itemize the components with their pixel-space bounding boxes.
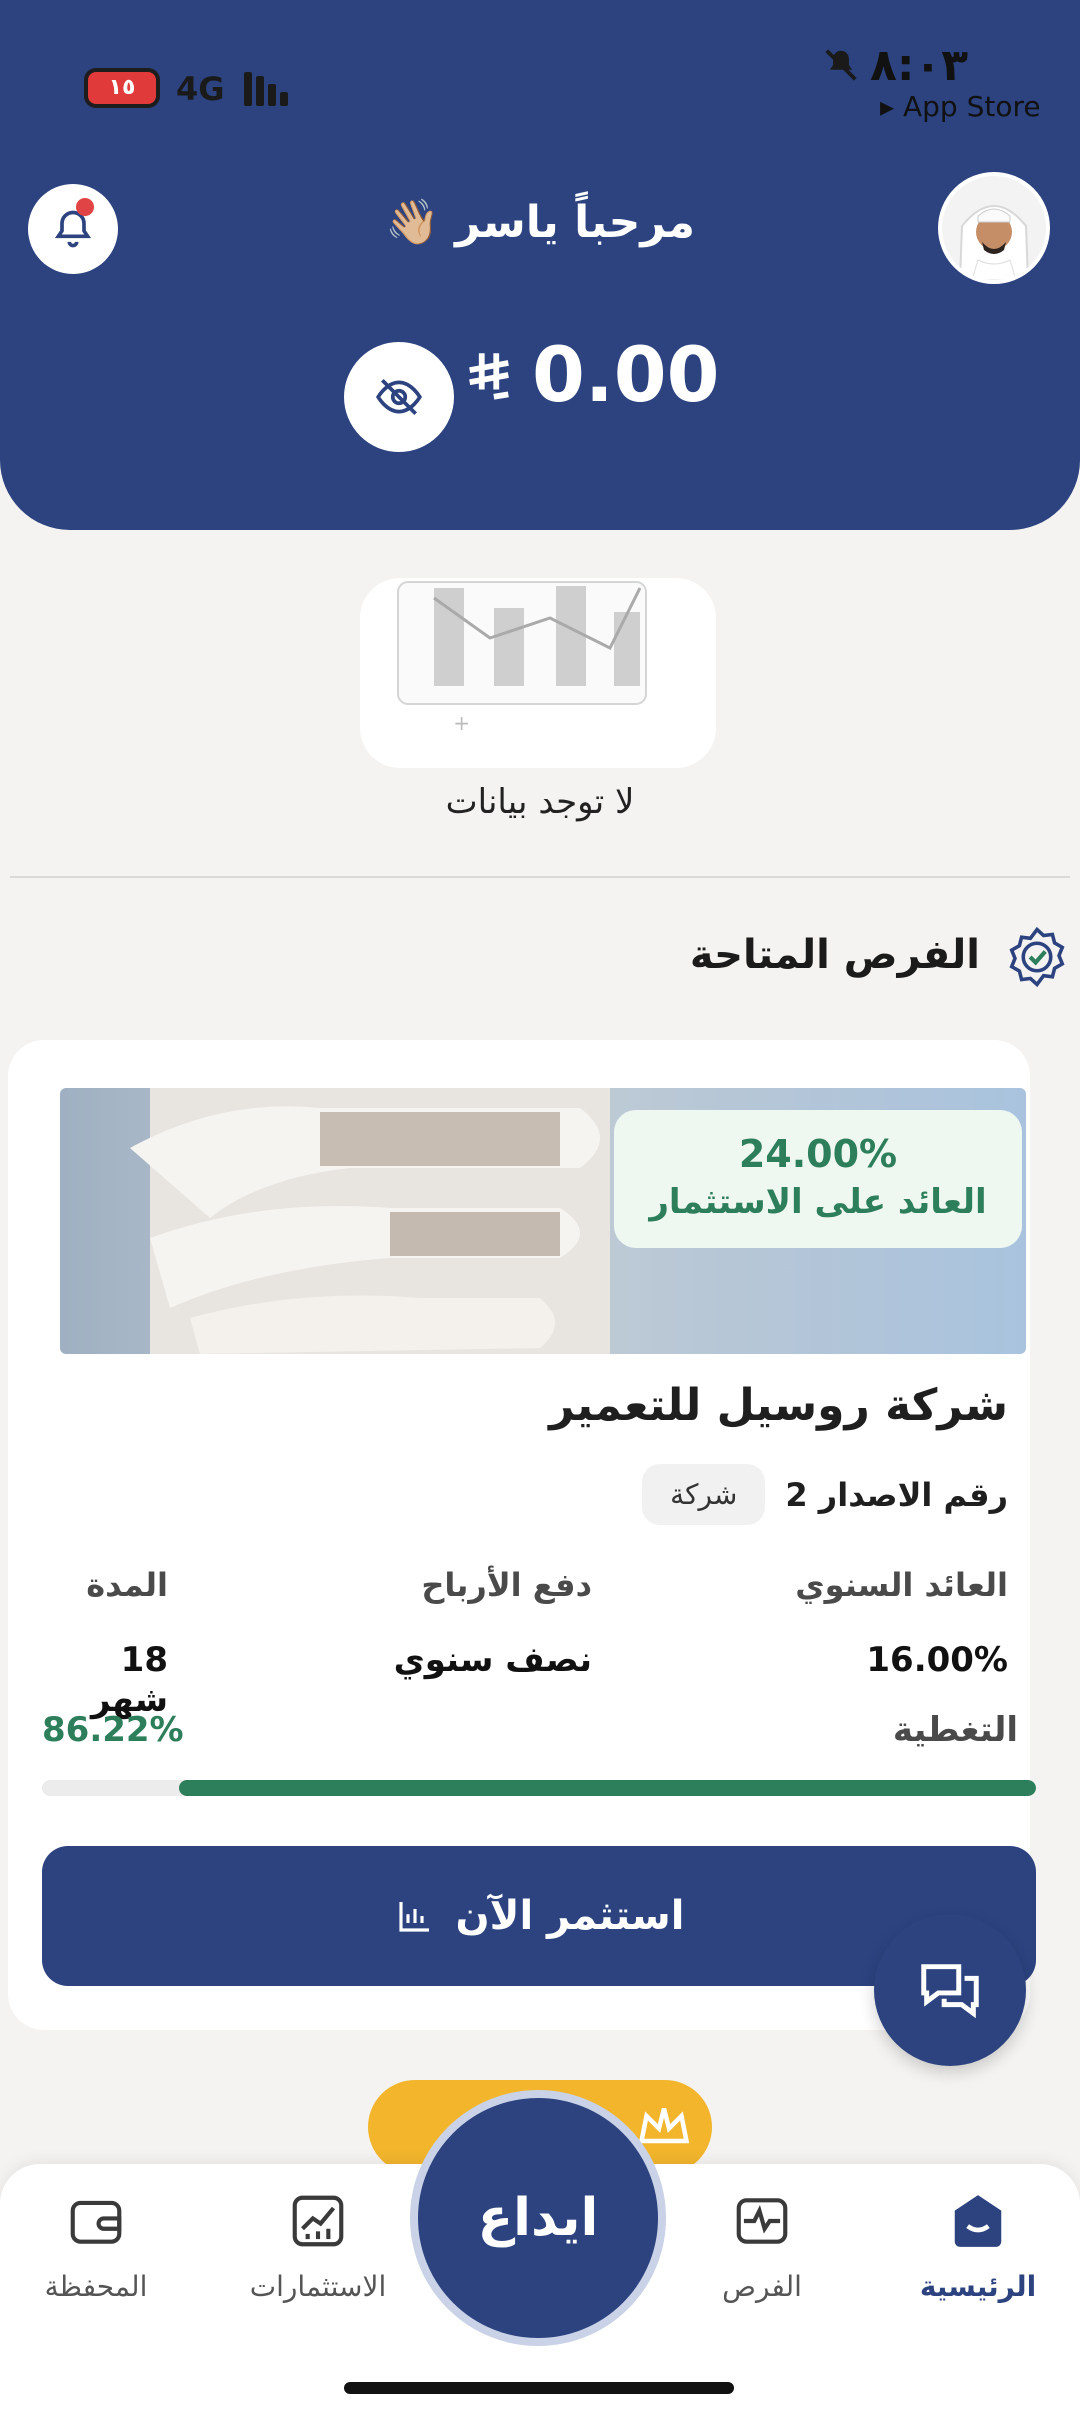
nav-investments[interactable]: الاستثمارات	[228, 2186, 408, 2303]
chart-bars-icon	[398, 1902, 429, 1932]
deposit-button[interactable]: ايداع	[410, 2090, 666, 2346]
app-screen: ١٥ 4G ٨:٠٣ App Store ▸ مرحباً ياسر 👋🏼 0.…	[0, 0, 1080, 2412]
network-type: 4G	[176, 70, 225, 108]
empty-chart-icon: +	[397, 581, 647, 735]
home-icon	[943, 2186, 1013, 2256]
back-to-app-link[interactable]: App Store ▸	[880, 90, 1041, 123]
roi-value: 24.00%	[738, 1132, 898, 1176]
opportunity-card[interactable]: 24.00% العائد على الاستثمار شركة روسيل ل…	[8, 1040, 1036, 2030]
empty-state-text: لا توجد بيانات	[445, 782, 635, 822]
opportunities-icon	[727, 2186, 797, 2256]
greeting-text: مرحباً ياسر 👋🏼	[385, 197, 695, 248]
divider	[10, 876, 1070, 878]
chat-bubbles-icon	[921, 1964, 979, 2019]
toggle-balance-visibility-button[interactable]	[344, 342, 454, 452]
verified-badge-icon	[1009, 926, 1065, 988]
building-image: 24.00% العائد على الاستثمار	[60, 1088, 1026, 1354]
nav-label: الرئيسية	[919, 2270, 1037, 2303]
nav-opportunities[interactable]: الفرص	[672, 2186, 852, 2303]
eye-off-icon	[376, 379, 422, 415]
section-title: الفرص المتاحة	[689, 932, 980, 978]
invest-label: استثمر الآن	[455, 1893, 685, 1939]
coverage-progress-fill	[178, 1780, 1036, 1796]
stat-label: المدة	[86, 1566, 168, 1604]
coverage-label: التغطية	[892, 1710, 1018, 1750]
coverage-value: 86.22%	[42, 1710, 184, 1750]
nav-label: المحفظة	[44, 2270, 148, 2303]
stat-label: دفع الأرباح	[421, 1566, 592, 1604]
nav-label: الاستثمارات	[249, 2270, 387, 2303]
roi-badge: 24.00% العائد على الاستثمار	[614, 1110, 1022, 1248]
svg-text:+: +	[453, 711, 470, 735]
nav-home[interactable]: الرئيسية	[888, 2186, 1068, 2303]
issue-number: رقم الاصدار 2	[785, 1475, 1008, 1514]
silent-bell-icon	[825, 49, 857, 81]
notifications-button[interactable]	[28, 184, 118, 274]
balance-amount: 0.00	[532, 330, 720, 419]
battery-indicator: ١٥	[84, 68, 160, 108]
wallet-icon	[61, 2186, 131, 2256]
stat-value: 18 شهر	[90, 1640, 168, 1720]
stat-value: 16.00%	[866, 1640, 1008, 1680]
header: ١٥ 4G ٨:٠٣ App Store ▸ مرحباً ياسر 👋🏼 0.…	[0, 0, 1080, 530]
chat-button[interactable]	[874, 1914, 1026, 2066]
riyal-icon	[469, 352, 509, 400]
avatar[interactable]	[938, 172, 1050, 284]
roi-label: العائد على الاستثمار	[649, 1182, 987, 1222]
stat-annual-return: العائد السنوي 16.00%	[708, 1566, 1008, 1680]
type-chip: شركة	[642, 1464, 766, 1525]
user-avatar-icon	[942, 176, 1046, 280]
stat-value: نصف سنوي	[393, 1640, 592, 1680]
balance-display: 0.00	[460, 330, 760, 419]
issue-row: رقم الاصدار 2 شركة	[48, 1464, 1008, 1525]
signal-icon	[244, 72, 288, 106]
investments-chart-icon	[283, 2186, 353, 2256]
notification-dot	[76, 198, 94, 216]
back-app-label: App Store	[902, 90, 1041, 123]
empty-chart-illustration: +	[360, 578, 716, 768]
coverage-progress-bar	[42, 1780, 1036, 1796]
status-time: ٨:٠٣	[870, 40, 969, 91]
nav-wallet[interactable]: المحفظة	[6, 2186, 186, 2303]
stat-profit-distribution: دفع الأرباح نصف سنوي	[362, 1566, 592, 1680]
deposit-label: ايداع	[477, 2188, 599, 2248]
stat-label: العائد السنوي	[795, 1566, 1008, 1604]
nav-label: الفرص	[722, 2270, 802, 2303]
company-name: شركة روسيل للتعمير	[549, 1380, 1008, 1431]
home-indicator	[344, 2382, 734, 2394]
stat-duration: المدة 18 شهر	[38, 1566, 168, 1720]
